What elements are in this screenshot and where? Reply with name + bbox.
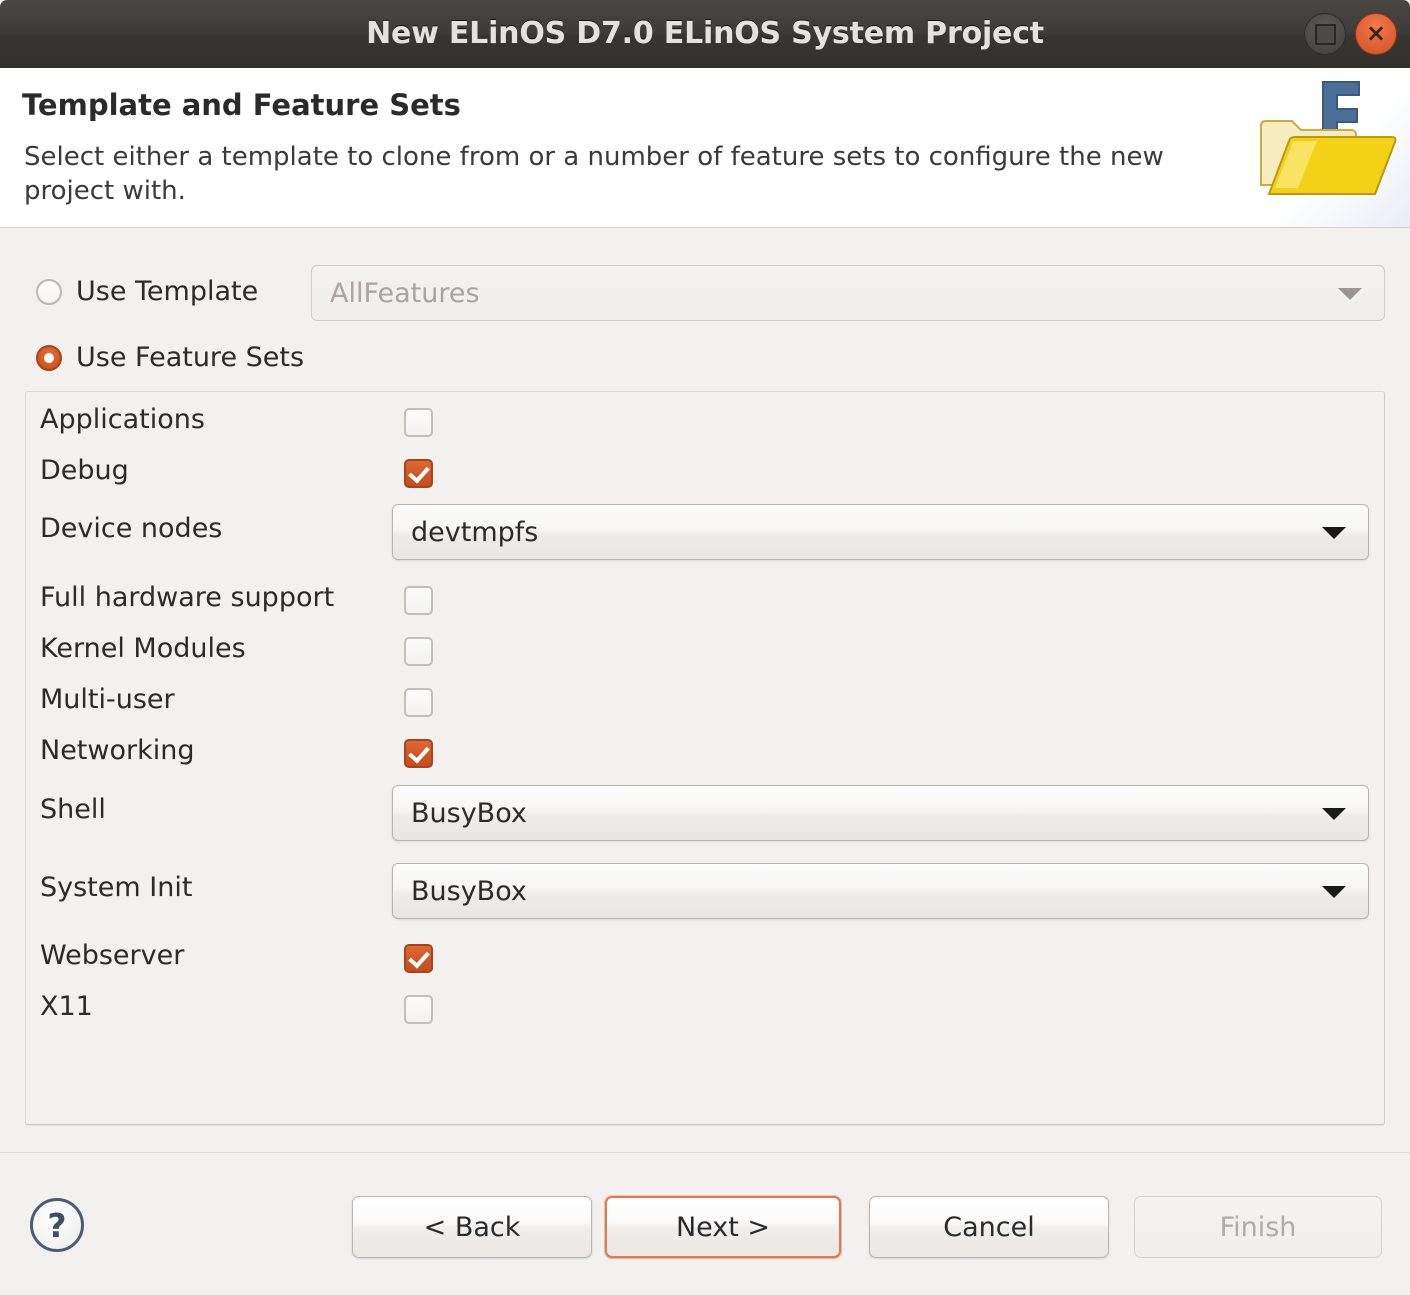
feature-checkbox[interactable] [404, 408, 433, 437]
cancel-button[interactable]: Cancel [869, 1196, 1109, 1258]
wizard-header: Template and Feature Sets Select either … [0, 68, 1410, 228]
feature-label: Networking [40, 735, 195, 766]
maximize-glyph [1315, 24, 1336, 45]
feature-sets-panel: Applications Debug Device nodes devtmpfs Ful… [25, 391, 1385, 1125]
help-icon[interactable]: ? [30, 1198, 84, 1252]
chevron-down-icon [1322, 886, 1346, 898]
feature-checkbox[interactable] [404, 739, 433, 768]
radio-use-template[interactable]: Use Template [36, 276, 258, 307]
feature-combo-value: BusyBox [411, 798, 527, 829]
window-title: New ELinOS D7.0 ELinOS System Project [0, 0, 1410, 68]
feature-combo[interactable]: BusyBox [392, 785, 1369, 841]
radio-use-template-indicator[interactable] [36, 279, 62, 305]
chevron-down-icon [1322, 527, 1346, 539]
radio-use-feature-sets-indicator[interactable] [36, 345, 62, 371]
chevron-down-icon [1322, 808, 1346, 820]
feature-label: Multi-user [40, 684, 175, 715]
feature-combo-value: devtmpfs [411, 517, 538, 548]
radio-use-template-label: Use Template [76, 276, 258, 307]
template-combo[interactable]: AllFeatures [311, 265, 1385, 321]
page-description: Select either a template to clone from o… [24, 140, 1224, 209]
feature-combo[interactable]: BusyBox [392, 863, 1369, 919]
feature-label: Shell [40, 794, 106, 825]
radio-use-feature-sets-label: Use Feature Sets [76, 342, 304, 373]
template-combo-value: AllFeatures [330, 278, 480, 309]
window-controls: × [1304, 13, 1397, 55]
feature-combo[interactable]: devtmpfs [392, 504, 1369, 560]
next-button[interactable]: Next > [605, 1196, 841, 1258]
title-bar[interactable]: New ELinOS D7.0 ELinOS System Project × [0, 0, 1410, 68]
feature-checkbox[interactable] [404, 459, 433, 488]
elinos-folder-logo [1245, 68, 1410, 227]
feature-checkbox[interactable] [404, 586, 433, 615]
feature-label: Webserver [40, 940, 184, 971]
feature-label: System Init [40, 872, 192, 903]
back-button[interactable]: < Back [352, 1196, 592, 1258]
close-glyph: × [1366, 21, 1386, 45]
feature-label: Device nodes [40, 513, 222, 544]
maximize-icon[interactable] [1304, 13, 1346, 55]
feature-checkbox[interactable] [404, 637, 433, 666]
feature-label: Full hardware support [40, 582, 334, 613]
finish-button: Finish [1134, 1196, 1382, 1258]
feature-label: Kernel Modules [40, 633, 246, 664]
feature-label: Applications [40, 404, 205, 435]
feature-checkbox[interactable] [404, 688, 433, 717]
feature-label: X11 [40, 991, 93, 1022]
close-icon[interactable]: × [1355, 13, 1397, 55]
feature-label: Debug [40, 455, 129, 486]
chevron-down-icon [1338, 288, 1362, 300]
feature-checkbox[interactable] [404, 995, 433, 1024]
feature-combo-value: BusyBox [411, 876, 527, 907]
feature-checkbox[interactable] [404, 944, 433, 973]
radio-use-feature-sets[interactable]: Use Feature Sets [36, 342, 304, 373]
page-title: Template and Feature Sets [22, 88, 461, 122]
